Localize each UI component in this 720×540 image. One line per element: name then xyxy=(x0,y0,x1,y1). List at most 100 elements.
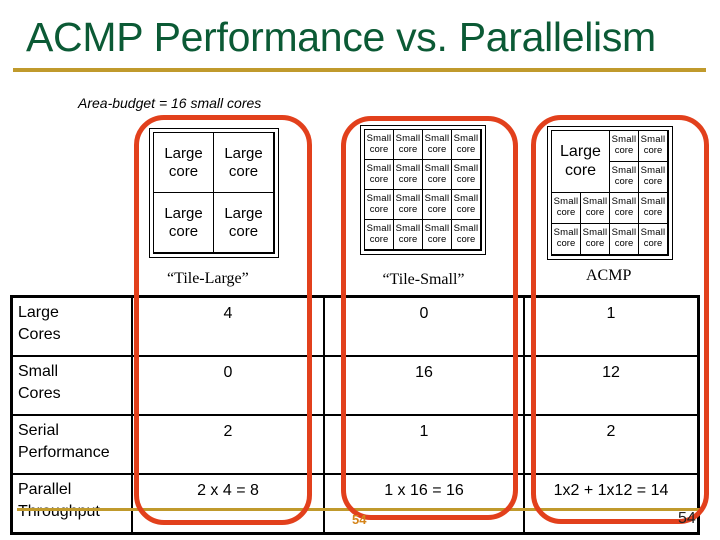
cell-line1: Small xyxy=(395,222,421,234)
cell-line1: Large xyxy=(164,145,203,163)
small-core-cell: Small core xyxy=(610,162,639,193)
cell-line2: core xyxy=(614,145,634,156)
cell-line1: Small xyxy=(424,132,450,144)
row-header-line2: Cores xyxy=(18,325,61,343)
cell-line1: Small xyxy=(395,192,421,204)
tile-large-diagram: Large core Large core Large core Large core xyxy=(149,128,279,258)
cell-line2: core xyxy=(427,173,447,185)
small-core-cell: Small core xyxy=(639,193,668,224)
cell-line2: core xyxy=(614,176,634,187)
row-header-line2: Throughput xyxy=(18,502,100,520)
area-budget-note: Area-budget = 16 small cores xyxy=(78,95,262,111)
small-core-cell: Small core xyxy=(581,224,610,255)
cell-tile-large: 2 xyxy=(131,414,325,475)
small-core-cell: Small core xyxy=(365,190,394,220)
cell-line2: core xyxy=(585,238,605,249)
cell-line1: Large xyxy=(560,143,601,161)
cell-line1: Small xyxy=(366,162,392,174)
footer-rule xyxy=(17,508,702,511)
cell-tile-small: 1 xyxy=(323,414,525,475)
tile-small-grid: Small core Small core Small core Small core Smal… xyxy=(364,129,482,251)
comparison-table: Large Cores 4 0 1 Small Cores 0 16 12 Seri… xyxy=(10,295,700,535)
cell-line1: Small xyxy=(424,192,450,204)
page-number: 54 xyxy=(678,510,696,527)
cell-line1: Large xyxy=(224,145,263,163)
small-core-cell: Small core xyxy=(452,160,481,190)
small-core-cell: Small core xyxy=(365,220,394,250)
cell-line2: core xyxy=(643,238,663,249)
table-row: Small Cores 0 16 12 xyxy=(10,355,700,416)
cell-line2: core xyxy=(228,162,259,180)
cell-line2: core xyxy=(398,143,418,155)
tile-small-diagram: Small core Small core Small core Small core Smal… xyxy=(360,125,486,255)
row-header: Parallel Throughput xyxy=(10,473,133,535)
small-core-cell: Small core xyxy=(581,193,610,224)
tile-small-label: “Tile-Small” xyxy=(365,271,482,293)
cell-line2: core xyxy=(427,203,447,215)
small-core-cell: Small core xyxy=(365,130,394,160)
small-core-cell: Small core xyxy=(639,162,668,193)
small-core-cell: Small core xyxy=(552,224,581,255)
small-core-cell: Small core xyxy=(639,224,668,255)
row-header-line1: Parallel xyxy=(18,481,72,498)
large-core-cell: Large core xyxy=(154,133,214,193)
cell-line1: Small xyxy=(366,222,392,234)
cell-line2: core xyxy=(643,176,663,187)
table-row: Large Cores 4 0 1 xyxy=(10,295,700,357)
cell-line2: core xyxy=(556,238,576,249)
cell-line2: core xyxy=(564,161,597,179)
cell-acmp: 2 xyxy=(523,414,700,475)
small-core-cell: Small core xyxy=(423,160,452,190)
large-core-cell: Large core xyxy=(214,133,274,193)
row-header-line1: Serial xyxy=(18,422,59,439)
cell-line2: core xyxy=(643,145,663,156)
tile-large-grid: Large core Large core Large core Large core xyxy=(153,132,275,254)
cell-line1: Small xyxy=(453,192,479,204)
cell-tile-small: 0 xyxy=(323,295,525,357)
acmp-diagram: Large core Small core Small core Small core Sma… xyxy=(547,126,673,260)
cell-line2: core xyxy=(398,233,418,245)
small-core-cell: Small core xyxy=(610,193,639,224)
cell-line2: core xyxy=(556,207,576,218)
large-core-cell: Large core xyxy=(214,193,274,253)
cell-line2: core xyxy=(228,222,259,240)
cell-tile-large: 0 xyxy=(131,355,325,416)
cell-line1: Large xyxy=(224,205,263,223)
cell-line1: Small xyxy=(395,132,421,144)
cell-line2: core xyxy=(427,233,447,245)
small-core-cell: Small core xyxy=(423,220,452,250)
cell-line2: core xyxy=(456,143,476,155)
acmp-label: ACMP xyxy=(580,267,638,285)
cell-line1: Small xyxy=(453,162,479,174)
title-underline xyxy=(13,68,706,72)
cell-acmp: 1x2 + 1x12 = 14 xyxy=(523,473,700,535)
row-header: Small Cores xyxy=(10,355,133,416)
cell-line1: Small xyxy=(453,132,479,144)
cell-acmp: 1 xyxy=(523,295,700,357)
large-core-cell: Large core xyxy=(154,193,214,253)
cell-line1: Small xyxy=(424,162,450,174)
cell-line2: core xyxy=(398,173,418,185)
small-core-cell: Small core xyxy=(394,190,423,220)
table-row: Serial Performance 2 1 2 xyxy=(10,414,700,475)
small-core-cell: Small core xyxy=(552,193,581,224)
cell-line2: core xyxy=(614,207,634,218)
cell-line1: Small xyxy=(424,222,450,234)
cell-line2: core xyxy=(456,233,476,245)
cell-line1: Small xyxy=(366,192,392,204)
row-header-line1: Large xyxy=(18,304,59,321)
cell-line2: core xyxy=(398,203,418,215)
cell-line1: Small xyxy=(453,222,479,234)
small-core-cell: Small core xyxy=(394,130,423,160)
small-core-cell: Small core xyxy=(423,190,452,220)
small-core-cell: Small core xyxy=(639,131,668,162)
acmp-grid: Large core Small core Small core Small core Sma… xyxy=(551,130,669,256)
cell-tile-small: 16 xyxy=(323,355,525,416)
small-core-cell: Small core xyxy=(423,130,452,160)
cell-line2: core xyxy=(369,173,389,185)
cell-line2: core xyxy=(369,143,389,155)
row-header-line1: Small xyxy=(18,363,59,380)
cell-line2: core xyxy=(369,233,389,245)
small-core-cell: Small core xyxy=(610,224,639,255)
small-core-cell: Small core xyxy=(365,160,394,190)
